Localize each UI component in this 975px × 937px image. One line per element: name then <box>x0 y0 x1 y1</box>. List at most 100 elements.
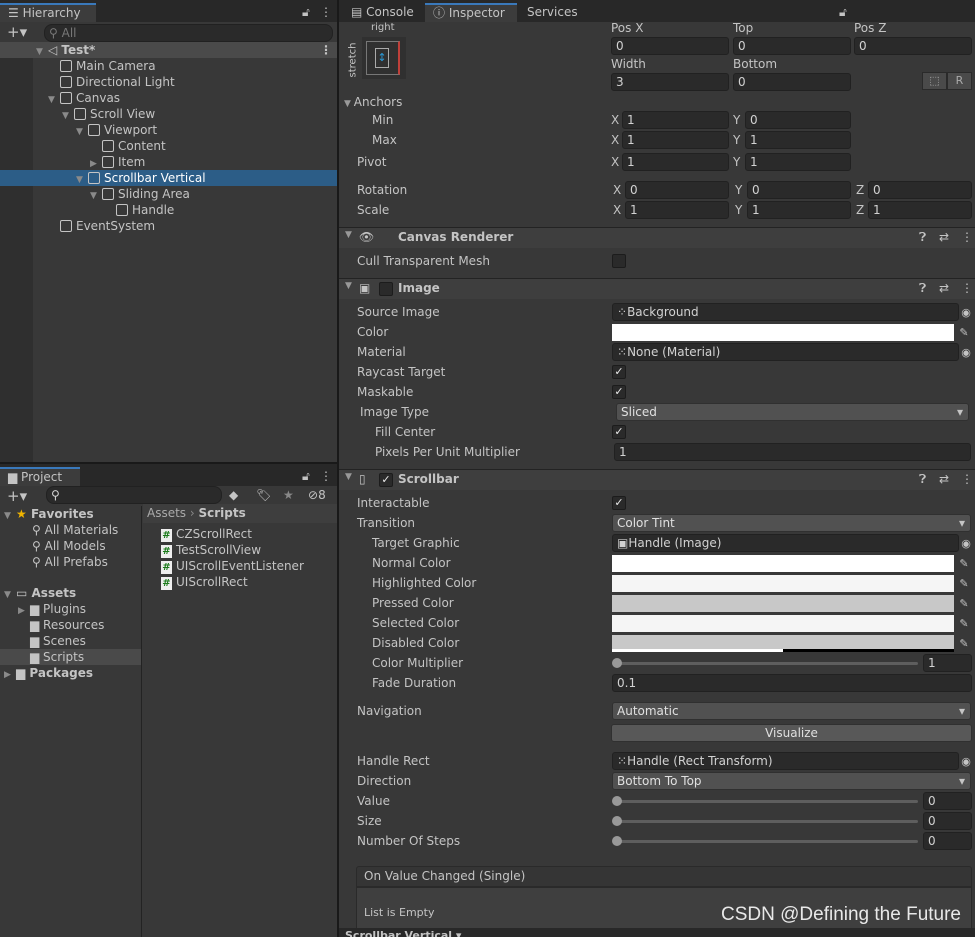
favorite-item[interactable]: ⚲ All Materials <box>0 522 141 538</box>
tab-project[interactable]: ▆ Project <box>0 467 80 486</box>
material-field[interactable]: ⁙None (Material) <box>612 343 959 361</box>
selected-color-field[interactable] <box>612 615 954 632</box>
hierarchy-search-input[interactable]: ⚲ All <box>44 24 333 42</box>
slider-knob[interactable] <box>612 836 622 846</box>
source-image-field[interactable]: ⁘Background <box>612 303 959 321</box>
help-icon[interactable]: ❓︎ <box>919 472 926 487</box>
hierarchy-item[interactable]: ▼ Canvas <box>0 90 337 106</box>
component-header[interactable]: ▼ ▣ Image ❓︎ ⇄ ⋮ <box>339 278 975 299</box>
pivot-x-field[interactable]: 1 <box>622 153 729 171</box>
slider-track[interactable] <box>617 662 918 665</box>
normal-color-field[interactable] <box>612 555 954 572</box>
image-type-dropdown[interactable]: Sliced <box>616 403 969 421</box>
foldout-arrow-icon[interactable]: ▼ <box>345 281 352 291</box>
color-field[interactable] <box>612 324 954 341</box>
packages-header[interactable]: ▶ ▆ Packages <box>0 665 141 681</box>
lock-icon[interactable]: 🔓︎ <box>302 468 310 484</box>
number-of-steps-field[interactable]: 0 <box>923 832 972 850</box>
presets-icon[interactable]: ⇄ <box>939 230 949 244</box>
width-field[interactable]: 3 <box>611 73 729 91</box>
slider-knob[interactable] <box>612 796 622 806</box>
disabled-color-field[interactable] <box>612 635 954 652</box>
anchor-min-y-field[interactable]: 0 <box>745 111 851 129</box>
hierarchy-item[interactable]: ▼ Scroll View <box>0 106 337 122</box>
image-enabled-checkbox[interactable] <box>379 282 393 296</box>
hierarchy-item[interactable]: Content <box>0 138 337 154</box>
hierarchy-item[interactable]: Directional Light <box>0 74 337 90</box>
object-picker-icon[interactable]: ◉ <box>959 753 973 770</box>
hierarchy-item[interactable]: EventSystem <box>0 218 337 234</box>
folder-item[interactable]: ▆ Scenes <box>0 633 141 649</box>
navigation-dropdown[interactable]: Automatic <box>612 702 971 720</box>
top-field[interactable]: 0 <box>733 37 851 55</box>
cull-transparent-mesh-checkbox[interactable] <box>612 254 626 268</box>
object-picker-icon[interactable]: ◉ <box>959 535 973 552</box>
filter-by-label-icon[interactable]: 🏷︎ <box>256 487 271 503</box>
component-menu-icon[interactable]: ⋮ <box>961 281 973 295</box>
scene-row[interactable]: ▼ ◁ Test* ⋮ <box>0 42 337 58</box>
create-button[interactable]: +▾ <box>7 488 27 504</box>
pixels-per-unit-field[interactable]: 1 <box>614 443 971 461</box>
interactable-checkbox[interactable]: ✓ <box>612 496 626 510</box>
visualize-button[interactable]: Visualize <box>611 724 972 742</box>
scene-menu-icon[interactable]: ⋮ <box>320 42 332 58</box>
presets-icon[interactable]: ⇄ <box>939 281 949 295</box>
direction-dropdown[interactable]: Bottom To Top <box>612 772 971 790</box>
eyedropper-icon[interactable]: ✎ <box>957 555 971 572</box>
component-menu-icon[interactable]: ⋮ <box>961 472 973 486</box>
slider-track[interactable] <box>617 820 918 823</box>
pos-x-field[interactable]: 0 <box>611 37 729 55</box>
anchors-foldout[interactable]: ▼ Anchors <box>344 94 402 112</box>
handle-rect-field[interactable]: ⁙Handle (Rect Transform) <box>612 752 959 770</box>
filter-by-type-icon[interactable]: ◆ <box>229 487 238 503</box>
eyedropper-icon[interactable]: ✎ <box>957 324 971 341</box>
tab-services[interactable]: Services <box>519 3 586 22</box>
component-header[interactable]: ▼ 👁︎ Canvas Renderer ❓︎ ⇄ ⋮ <box>339 227 975 248</box>
target-graphic-field[interactable]: ▣Handle (Image) <box>612 534 959 552</box>
selected-object-label[interactable]: Scrollbar Vertical ▾ <box>345 928 461 937</box>
rotation-z-field[interactable]: 0 <box>868 181 972 199</box>
hierarchy-item[interactable]: Main Camera <box>0 58 337 74</box>
favorites-header[interactable]: ▼ ★ Favorites <box>0 506 141 522</box>
slider-knob[interactable] <box>612 816 622 826</box>
scale-y-field[interactable]: 1 <box>747 201 851 219</box>
object-picker-icon[interactable]: ◉ <box>959 344 973 361</box>
eyedropper-icon[interactable]: ✎ <box>957 615 971 632</box>
lock-icon[interactable]: 🔓︎ <box>839 4 847 20</box>
scrollbar-enabled-checkbox[interactable]: ✓ <box>379 473 393 487</box>
color-multiplier-field[interactable]: 1 <box>923 654 972 672</box>
folder-item[interactable]: ▶ ▆ Plugins <box>0 601 141 617</box>
create-button[interactable]: +▾ <box>7 24 27 40</box>
hierarchy-item[interactable]: ▼ Viewport <box>0 122 337 138</box>
foldout-arrow-icon[interactable]: ▼ <box>345 472 352 482</box>
bottom-field[interactable]: 0 <box>733 73 851 91</box>
help-icon[interactable]: ❓︎ <box>919 230 926 245</box>
foldout-arrow-icon[interactable]: ▼ <box>345 230 352 240</box>
hidden-packages-toggle[interactable]: ⊘8 <box>308 487 326 503</box>
tab-hierarchy[interactable]: ☰ Hierarchy <box>0 3 96 22</box>
pivot-y-field[interactable]: 1 <box>745 153 851 171</box>
raw-edit-button[interactable]: R <box>947 72 972 90</box>
anchor-max-x-field[interactable]: 1 <box>622 131 729 149</box>
breadcrumb-assets[interactable]: Assets <box>147 506 186 520</box>
more-icon[interactable]: ⋮ <box>320 468 332 484</box>
eyedropper-icon[interactable]: ✎ <box>957 635 971 652</box>
script-file[interactable]: # TestScrollView <box>161 542 337 558</box>
pos-z-field[interactable]: 0 <box>854 37 972 55</box>
maskable-checkbox[interactable]: ✓ <box>612 385 626 399</box>
favorite-item[interactable]: ⚲ All Prefabs <box>0 554 141 570</box>
fill-center-checkbox[interactable]: ✓ <box>612 425 626 439</box>
breadcrumb-scripts[interactable]: Scripts <box>199 506 246 520</box>
presets-icon[interactable]: ⇄ <box>939 472 949 486</box>
eyedropper-icon[interactable]: ✎ <box>957 595 971 612</box>
script-file[interactable]: # UIScrollEventListener <box>161 558 337 574</box>
lock-icon[interactable]: 🔓︎ <box>302 4 310 20</box>
hierarchy-item[interactable]: Handle <box>0 202 337 218</box>
eyedropper-icon[interactable]: ✎ <box>957 575 971 592</box>
hierarchy-item[interactable]: ▼ Scrollbar Vertical <box>0 170 337 186</box>
transition-dropdown[interactable]: Color Tint <box>612 514 971 532</box>
value-field[interactable]: 0 <box>923 792 972 810</box>
fade-duration-field[interactable]: 0.1 <box>612 674 972 692</box>
slider-track[interactable] <box>617 840 918 843</box>
favorite-item[interactable]: ⚲ All Models <box>0 538 141 554</box>
